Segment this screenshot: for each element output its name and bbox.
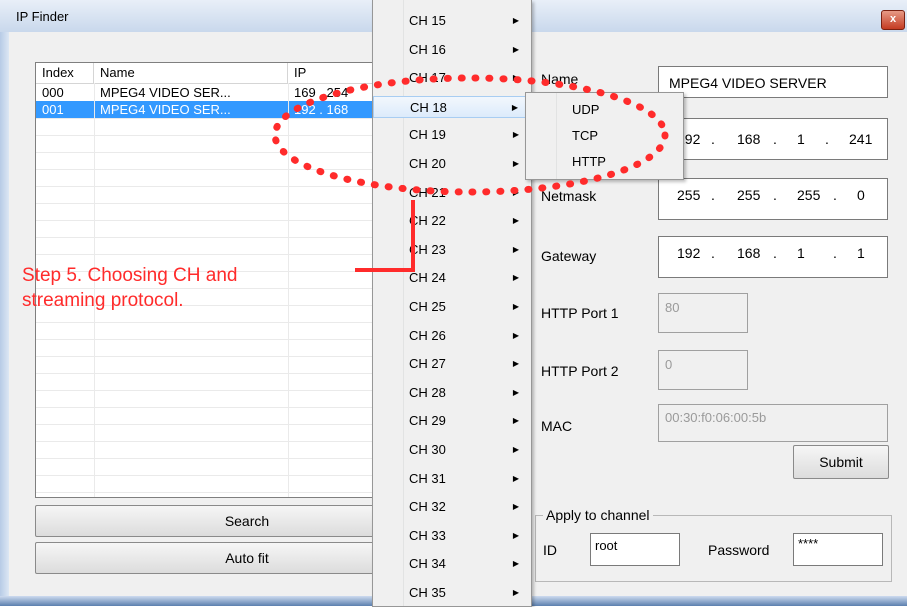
step-annotation: Step 5. Choosing CH and streaming protoc… <box>22 263 237 313</box>
step-annotation-line-2: streaming protocol. <box>22 290 184 311</box>
highlight-circle <box>271 74 669 196</box>
callout-line <box>355 200 415 272</box>
step-annotation-line-1: Step 5. Choosing CH and <box>22 265 238 286</box>
